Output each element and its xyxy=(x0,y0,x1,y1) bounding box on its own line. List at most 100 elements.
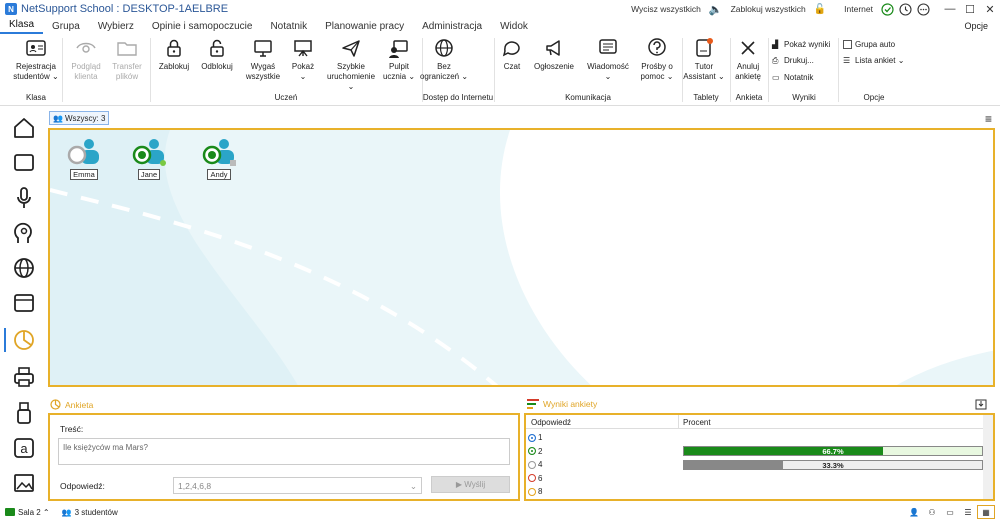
sidebar-survey[interactable] xyxy=(4,324,40,356)
chevron-down-icon: ⌄ xyxy=(409,481,417,491)
grid-view-icon[interactable]: ▦ xyxy=(977,505,995,519)
show-results-button[interactable]: ▟ Pokaż wyniki xyxy=(772,40,830,49)
sidebar-apps[interactable] xyxy=(8,287,40,319)
sidebar-audio[interactable] xyxy=(8,182,40,214)
mute-all-button[interactable]: Wycisz wszystkich xyxy=(631,4,701,14)
vertical-scrollbar[interactable] xyxy=(983,415,993,499)
options-menu[interactable]: Opcje xyxy=(964,21,988,31)
checkbox-icon xyxy=(843,40,852,49)
results-panel-title: Wyniki ankiety xyxy=(527,399,597,409)
padlock-icon xyxy=(167,39,181,57)
show-button[interactable]: Pokaż ⌄ xyxy=(278,37,328,82)
answer-label: 4 xyxy=(538,460,543,469)
student-tile[interactable]: Andy xyxy=(197,138,241,180)
sidebar-screen[interactable] xyxy=(8,147,40,179)
survey-panel: Treść: Ile księżyców ma Mars? Odpowiedź:… xyxy=(48,413,520,501)
hamburger-menu-icon[interactable]: ≡ xyxy=(985,112,992,126)
menu-widok[interactable]: Widok xyxy=(491,21,537,34)
maximize-button[interactable]: ☐ xyxy=(960,0,980,18)
student-name: Andy xyxy=(207,169,231,180)
answers-label: Odpowiedź: xyxy=(60,481,105,491)
survey-list-button[interactable]: ☰ Lista ankiet ⌄ xyxy=(843,56,904,65)
more-icon[interactable] xyxy=(917,2,930,16)
people-icon: 👥 xyxy=(53,113,63,123)
help-requests-button[interactable]: Prośby o pomoc ⌄ xyxy=(632,37,682,82)
answer-label: 2 xyxy=(538,446,543,456)
speaker-icon[interactable]: 🔈 xyxy=(709,3,723,16)
auto-group-label: Grupa auto xyxy=(855,40,896,49)
answer-label: 8 xyxy=(538,487,543,496)
window-icon xyxy=(14,294,34,312)
lock-icon[interactable]: 🔓 xyxy=(814,4,826,15)
question-label: Treść: xyxy=(60,424,84,434)
room-selector[interactable]: Sala 2 ⌃ xyxy=(18,508,50,517)
announcement-button[interactable]: Ogłoszenie xyxy=(529,37,579,72)
show-results-label: Pokaż wyniki xyxy=(784,40,831,49)
clock-icon[interactable] xyxy=(899,2,912,16)
question-input[interactable]: Ile księżyców ma Mars? xyxy=(58,438,510,465)
sidebar-mind[interactable] xyxy=(8,217,40,249)
unlock-icon xyxy=(210,39,224,57)
background-artwork xyxy=(50,130,993,385)
auto-group-checkbox[interactable]: Grupa auto xyxy=(843,40,895,49)
sidebar-web[interactable] xyxy=(8,252,40,284)
unlock-label: Odblokuj xyxy=(201,62,233,71)
student-desktop-label: Pulpit ucznia ⌄ xyxy=(382,62,416,81)
unlock-button[interactable]: Odblokuj xyxy=(192,37,242,72)
student-tile[interactable]: Jane xyxy=(127,138,171,180)
person-icon[interactable]: 👤 xyxy=(905,505,923,519)
announcement-label: Ogłoszenie xyxy=(533,62,575,71)
percent-bar: 33.3% xyxy=(683,459,983,470)
file-transfer-button[interactable]: Transfer plików xyxy=(102,37,152,82)
group-label-opcje: Opcje xyxy=(863,93,885,102)
menu-administracja[interactable]: Administracja xyxy=(413,21,491,34)
tutor-assistant-button[interactable]: Tutor Assistant ⌄ xyxy=(679,37,729,82)
student-tile[interactable]: Emma xyxy=(62,138,106,180)
minimize-button[interactable]: — xyxy=(940,0,960,18)
web-unrestricted-button[interactable]: Bez ograniczeń ⌄ xyxy=(419,37,469,82)
notebook-label: Notatnik xyxy=(784,73,814,82)
menu-opinie[interactable]: Opinie i samopoczucie xyxy=(143,21,262,34)
list-view-icon[interactable]: ☰ xyxy=(959,505,977,519)
student-desktop-button[interactable]: Pulpit ucznia ⌄ xyxy=(374,37,424,82)
menu-klasa[interactable]: Klasa xyxy=(0,19,44,34)
all-students-filter[interactable]: 👥 Wszyscy: 3 xyxy=(49,111,110,125)
sidebar-typing[interactable]: a xyxy=(8,432,40,464)
send-button[interactable]: ▶ Wyślij xyxy=(431,476,510,493)
answer-color-dot xyxy=(528,474,536,482)
image-icon xyxy=(14,474,34,492)
head-gear-icon xyxy=(14,222,32,243)
sidebar-devices[interactable] xyxy=(8,397,40,429)
answer-color-dot xyxy=(528,447,536,455)
lock-all-button[interactable]: Zablokuj wszystkich xyxy=(731,4,806,14)
cancel-survey-button[interactable]: Anuluj ankietę xyxy=(723,37,773,82)
survey-title: Ankieta xyxy=(65,399,94,410)
sidebar-media[interactable] xyxy=(8,467,40,499)
export-icon[interactable] xyxy=(975,399,987,410)
print-button[interactable]: ⎙ Drukuj... xyxy=(772,56,814,65)
group-label-komunikacja: Komunikacja xyxy=(565,93,611,102)
menu-grupa[interactable]: Grupa xyxy=(43,21,89,34)
monitor-icon[interactable]: ▭ xyxy=(941,505,959,519)
lock-label: Zablokuj xyxy=(158,62,190,71)
register-students-label: Rejestracja studentów ⌄ xyxy=(13,62,59,81)
menu-planowanie[interactable]: Planowanie pracy xyxy=(316,21,413,34)
sidebar-home[interactable] xyxy=(8,112,40,144)
menu-notatnik[interactable]: Notatnik xyxy=(261,21,316,34)
group-label-dostep: Dostęp do Internetu xyxy=(422,93,494,102)
menu-wybierz[interactable]: Wybierz xyxy=(89,21,143,34)
status-bar: Sala 2 ⌃ 👥 3 studentów 👤 ⚇ ▭ ☰ ▦ xyxy=(0,501,1000,523)
notebook-button[interactable]: ▭ Notatnik xyxy=(772,73,813,82)
internet-status: Internet xyxy=(844,4,873,14)
quick-launch-button[interactable]: Szybkie uruchomienie ⌄ xyxy=(326,37,376,92)
close-button[interactable]: ✕ xyxy=(980,0,1000,18)
result-row: 8 xyxy=(528,485,985,498)
message-button[interactable]: Wiadomość ⌄ xyxy=(583,37,633,82)
check-circle-icon[interactable] xyxy=(881,2,894,16)
eye-icon xyxy=(76,42,96,53)
sidebar-print[interactable] xyxy=(8,361,40,393)
person-outline-icon[interactable]: ⚇ xyxy=(923,505,941,519)
register-students-button[interactable]: Rejestracja studentów ⌄ xyxy=(11,37,61,82)
answers-select[interactable]: 1,2,4,6,8 ⌄ xyxy=(173,477,422,494)
printer-icon xyxy=(14,367,34,387)
